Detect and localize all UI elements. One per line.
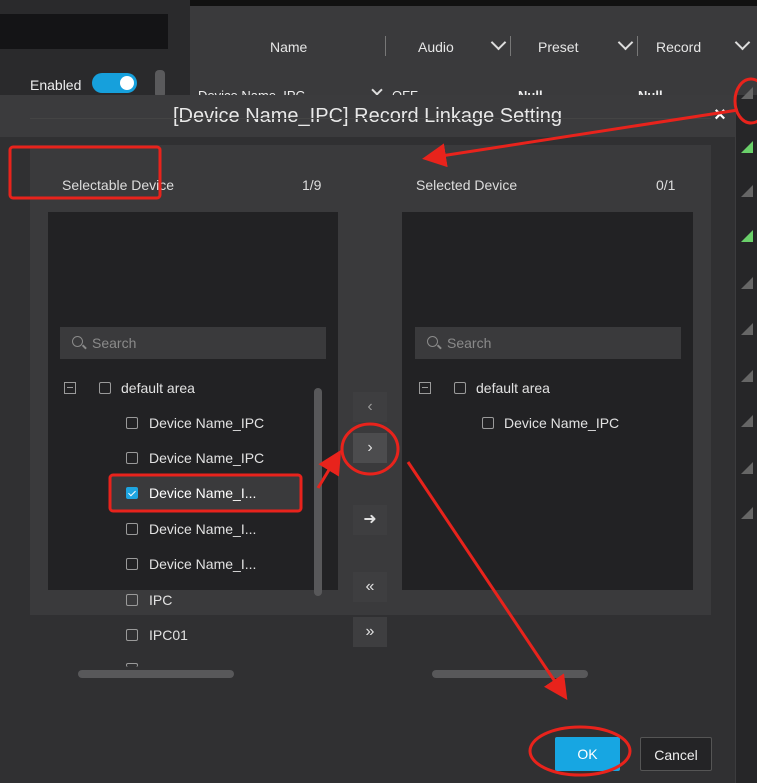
annotation-arrow [422,108,739,168]
annotation-overlay [8,77,757,777]
annotation-arrow [406,461,568,700]
highlight-circle-ok [528,725,632,777]
annotation-arrow [316,449,342,489]
highlight-circle-close [733,77,757,125]
highlight-box-device [108,473,303,513]
highlight-circle-move-right [340,422,400,476]
highlight-box-enabled [8,145,162,200]
